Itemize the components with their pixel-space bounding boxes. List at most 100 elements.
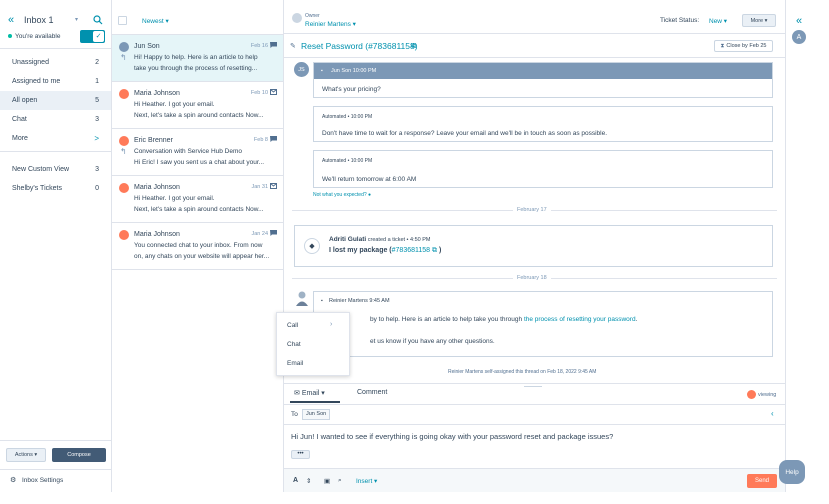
contact-avatar: [119, 183, 129, 193]
snippet-icon[interactable]: ⇕: [306, 477, 311, 485]
divider: [284, 33, 785, 34]
divider: [284, 404, 785, 405]
agent-message-header: Reinier Martens 9:45 AM: [329, 298, 390, 304]
insert-dropdown[interactable]: Insert ▾: [356, 477, 377, 485]
conversation-preview-line1: Conversation with Service Hub Demo: [134, 148, 243, 155]
sort-dropdown[interactable]: Newest ▾: [142, 17, 169, 25]
automated-text: We'll return tomorrow at 6:00 AM: [322, 176, 417, 183]
sidebar-item-count: 1: [95, 78, 99, 85]
inbox-title[interactable]: Inbox 1: [24, 15, 54, 25]
menu-item-call[interactable]: Call: [287, 322, 298, 329]
ticket-number-link[interactable]: #783681158: [392, 247, 430, 254]
conversation-item[interactable]: Maria Johnson Jan 31 Hi Heather. I got you…: [112, 176, 283, 223]
help-button[interactable]: Help: [779, 460, 805, 484]
sidebar-item-shelbys-tickets[interactable]: Shelby's Tickets 0: [0, 179, 111, 198]
ticket-created-event: ◆ Adriti Gulati created a ticket • 4:50 …: [294, 225, 773, 267]
not-expected-link[interactable]: Not what you expected? ●: [313, 192, 371, 198]
conversation-date: Feb 8: [253, 137, 268, 143]
chat-message: ▪ Jun Son 10:00 PM What's your pricing?: [313, 62, 773, 98]
viewing-label: viewing: [758, 392, 777, 398]
sidebar-item-all-open[interactable]: All open 5: [0, 91, 111, 110]
contact-avatar[interactable]: A: [792, 30, 806, 44]
conversation-list: Newest ▾ Jun Son Feb 16 ↰ Hi! Happy to help…: [112, 0, 284, 492]
attachment-icon[interactable]: ⌕: [338, 477, 342, 485]
chevron-right-icon: >: [94, 134, 99, 143]
email-icon: [270, 89, 277, 95]
actions-button[interactable]: Actions ▾: [6, 448, 46, 462]
conversation-name: Maria Johnson: [134, 184, 180, 191]
conversation-item[interactable]: Maria Johnson Feb 10 Hi Heather. I got you…: [112, 82, 283, 129]
contact-avatar: JS: [294, 62, 309, 77]
conversation-item[interactable]: Eric Brenner Feb 8 ↰ Conversation with Serv…: [112, 129, 283, 176]
ticket-name-prefix: I lost my package (: [329, 247, 392, 254]
close-by-label: Close by Feb 25: [726, 43, 767, 49]
automated-text: Don't have time to wait for a response? …: [322, 130, 608, 137]
automated-message: Automated • 10:00 PM We'll return tomorr…: [313, 150, 773, 188]
recipient-chip[interactable]: Jun Son: [302, 409, 331, 420]
search-icon[interactable]: [93, 15, 103, 25]
expand-icon[interactable]: «: [796, 15, 802, 27]
availability-text: You're available: [15, 33, 61, 40]
external-link-icon[interactable]: ⧉: [432, 247, 437, 254]
close-by-button[interactable]: ⧗ Close by Feb 25: [714, 40, 773, 52]
chat-icon: [270, 42, 277, 48]
reset-password-link[interactable]: the process of resetting your password: [524, 316, 636, 323]
conversation-preview-line2: on, any chats on your website will appea…: [134, 253, 270, 260]
external-link-icon[interactable]: ⧉: [411, 41, 416, 51]
tab-email-label: Email ▾: [301, 390, 325, 397]
to-label: To: [291, 411, 298, 418]
agent-text-post: .: [635, 316, 638, 323]
reply-icon: ↰: [120, 53, 127, 62]
text-format-icon[interactable]: A: [293, 477, 298, 484]
chevron-left-icon[interactable]: ‹: [771, 409, 774, 418]
thread-panel: Owner Reinier Martens ▾ Ticket Status: N…: [276, 0, 785, 492]
chat-message-text: What's your pricing?: [322, 86, 381, 93]
sidebar-item-new-custom-view[interactable]: New Custom View 3: [0, 160, 111, 179]
owner-dropdown[interactable]: Reinier Martens ▾: [305, 20, 356, 28]
sidebar-item-unassigned[interactable]: Unassigned 2: [0, 53, 111, 72]
automated-label: Automated • 10:00 PM: [322, 158, 373, 164]
divider: [284, 383, 785, 384]
menu-item-chat[interactable]: Chat: [287, 341, 301, 348]
ticket-name: I lost my package (#783681158 ⧉ ): [329, 247, 441, 255]
automated-message: Automated • 10:00 PM Don't have time to …: [313, 106, 773, 142]
more-button[interactable]: More ▾: [742, 14, 776, 27]
sidebar-item-label: More: [12, 135, 28, 142]
composer-toolbar: A ⇕ ▣ ⌕ Insert ▾ Send: [284, 468, 785, 492]
conversation-name: Maria Johnson: [134, 90, 180, 97]
email-icon: ✉: [294, 390, 300, 397]
conversation-item[interactable]: Maria Johnson Jan 24 You connected chat to…: [112, 223, 283, 270]
sidebar-item-chat[interactable]: Chat 3: [0, 110, 111, 129]
sidebar-item-assigned-to-me[interactable]: Assigned to me 1: [0, 72, 111, 91]
automated-label: Automated • 10:00 PM: [322, 114, 373, 120]
collapse-icon[interactable]: «: [8, 14, 14, 26]
inbox-settings-link[interactable]: Inbox Settings: [22, 477, 63, 484]
select-all-checkbox[interactable]: [118, 16, 127, 25]
conversation-item[interactable]: Jun Son Feb 16 ↰ Hi! Happy to help. Here is…: [112, 35, 283, 82]
image-icon[interactable]: ▣: [324, 477, 330, 485]
reply-icon: ↰: [120, 147, 127, 156]
composer-body[interactable]: Hi Jun! I wanted to see if everything is…: [291, 432, 613, 441]
right-rail: « A Help: [779, 0, 829, 492]
settings-icon[interactable]: ⚙: [10, 476, 16, 484]
owner-label: Owner: [305, 13, 320, 19]
menu-item-email[interactable]: Email: [287, 360, 303, 367]
ticket-title-link[interactable]: Reset Password (#783681158): [301, 41, 418, 51]
sidebar-item-label: Unassigned: [12, 59, 49, 66]
availability-toggle[interactable]: ✓: [80, 30, 105, 43]
sidebar-item-more[interactable]: More >: [0, 129, 111, 148]
chat-message-sender: Jun Son 10:00 PM: [331, 68, 377, 74]
inbox-dropdown-icon[interactable]: ▾: [75, 16, 78, 23]
ticket-status-dropdown[interactable]: New ▾: [709, 17, 727, 25]
date-separator: February 18: [513, 275, 551, 281]
divider: [284, 57, 785, 58]
tab-email[interactable]: ✉ Email ▾: [294, 389, 325, 397]
more-dots-button[interactable]: •••: [291, 450, 310, 459]
compose-button[interactable]: Compose: [52, 448, 106, 462]
ticket-icon: ✎: [290, 43, 296, 50]
tab-comment[interactable]: Comment: [357, 389, 387, 396]
send-button[interactable]: Send: [747, 474, 777, 488]
sidebar-item-count: 0: [95, 185, 99, 192]
inbox-sidebar: « Inbox 1 ▾ You're available ✓ Unassigne…: [0, 0, 112, 492]
ticket-status-label: Ticket Status:: [660, 17, 700, 24]
